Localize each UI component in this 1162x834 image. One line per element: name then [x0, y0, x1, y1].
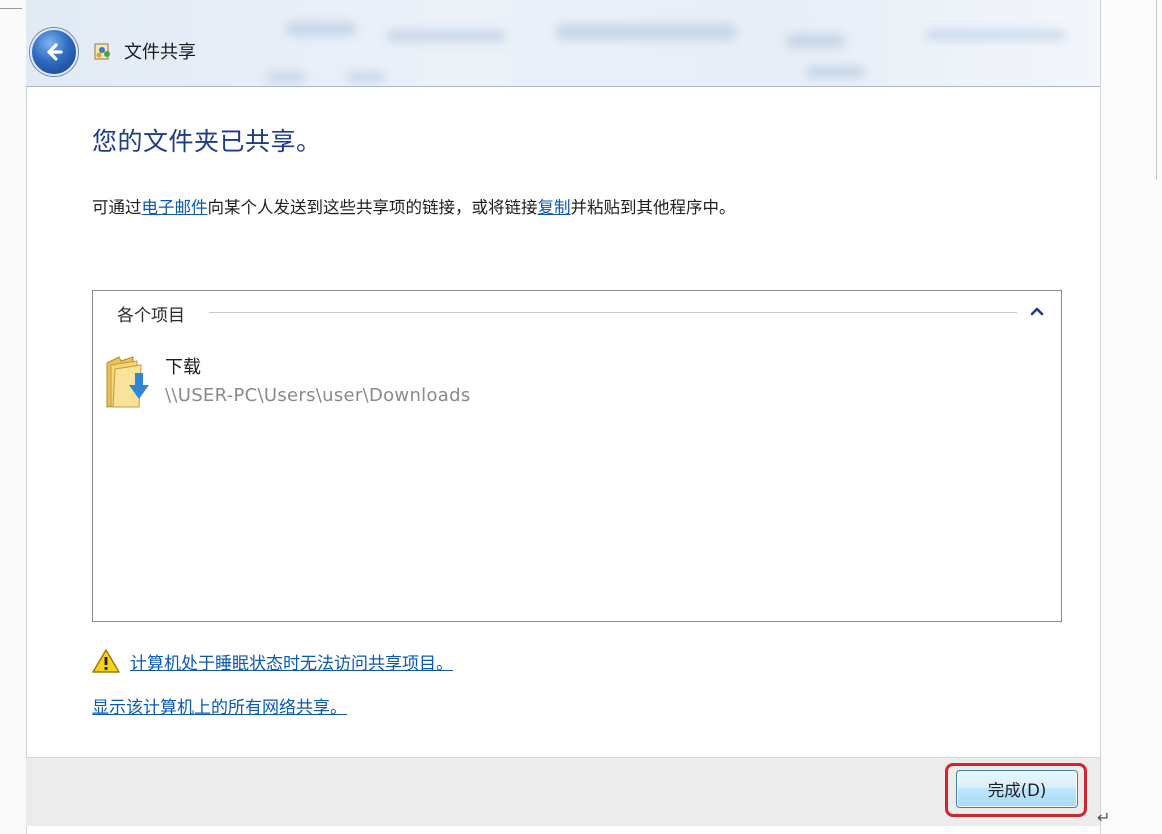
sleep-warning-link[interactable]: 计算机处于睡眠状态时无法访问共享项目。 — [130, 649, 453, 674]
finish-button[interactable]: 完成(D) — [956, 770, 1078, 808]
window-frame-left — [0, 0, 27, 834]
blurred-background — [266, 72, 306, 82]
chevron-up-icon — [1030, 307, 1044, 316]
file-sharing-icon — [94, 43, 110, 60]
shared-item-downloads[interactable]: 下载 \\USER-PC\Users\user\Downloads — [103, 347, 703, 411]
window-frame-right — [1100, 0, 1162, 834]
blurred-background — [786, 34, 846, 48]
description-part: 并粘贴到其他程序中。 — [570, 198, 736, 217]
blurred-background — [556, 24, 736, 40]
back-arrow-icon — [47, 43, 63, 61]
blurred-background — [286, 22, 356, 36]
group-header-label: 各个项目 — [117, 306, 185, 326]
window-frame-edge — [1156, 0, 1157, 180]
warning-icon — [92, 649, 120, 673]
page-heading: 您的文件夹已共享。 — [92, 127, 322, 156]
item-name: 下载 — [165, 357, 201, 378]
blurred-background — [806, 66, 866, 78]
item-path: \\USER-PC\Users\user\Downloads — [165, 385, 471, 406]
description-part: 向某个人发送到这些共享项的链接，或将链接 — [207, 198, 538, 217]
dialog-footer — [26, 757, 1100, 826]
blurred-background — [346, 72, 386, 82]
email-link[interactable]: 电子邮件 — [142, 198, 208, 217]
copy-link[interactable]: 复制 — [538, 198, 571, 217]
group-header-divider — [209, 312, 1017, 313]
back-button[interactable] — [30, 28, 78, 76]
title-bar: 文件共享 — [26, 0, 1100, 87]
shared-items-list: 各个项目 下载 \\USER-PC\Users\user\Downloads — [92, 290, 1062, 622]
window-frame-corner — [0, 0, 22, 9]
show-all-shares-link[interactable]: 显示该计算机上的所有网络共享。 — [92, 693, 347, 718]
blurred-background — [926, 30, 1066, 40]
downloads-folder-icon — [106, 356, 149, 408]
blurred-background — [386, 30, 506, 42]
description-text: 可通过电子邮件向某个人发送到这些共享项的链接，或将链接复制并粘贴到其他程序中。 — [92, 194, 736, 218]
window-title: 文件共享 — [124, 42, 196, 63]
return-arrow-icon: ↵ — [1097, 808, 1111, 827]
collapse-group-button[interactable] — [1027, 301, 1047, 321]
description-part: 可通过 — [92, 198, 142, 217]
